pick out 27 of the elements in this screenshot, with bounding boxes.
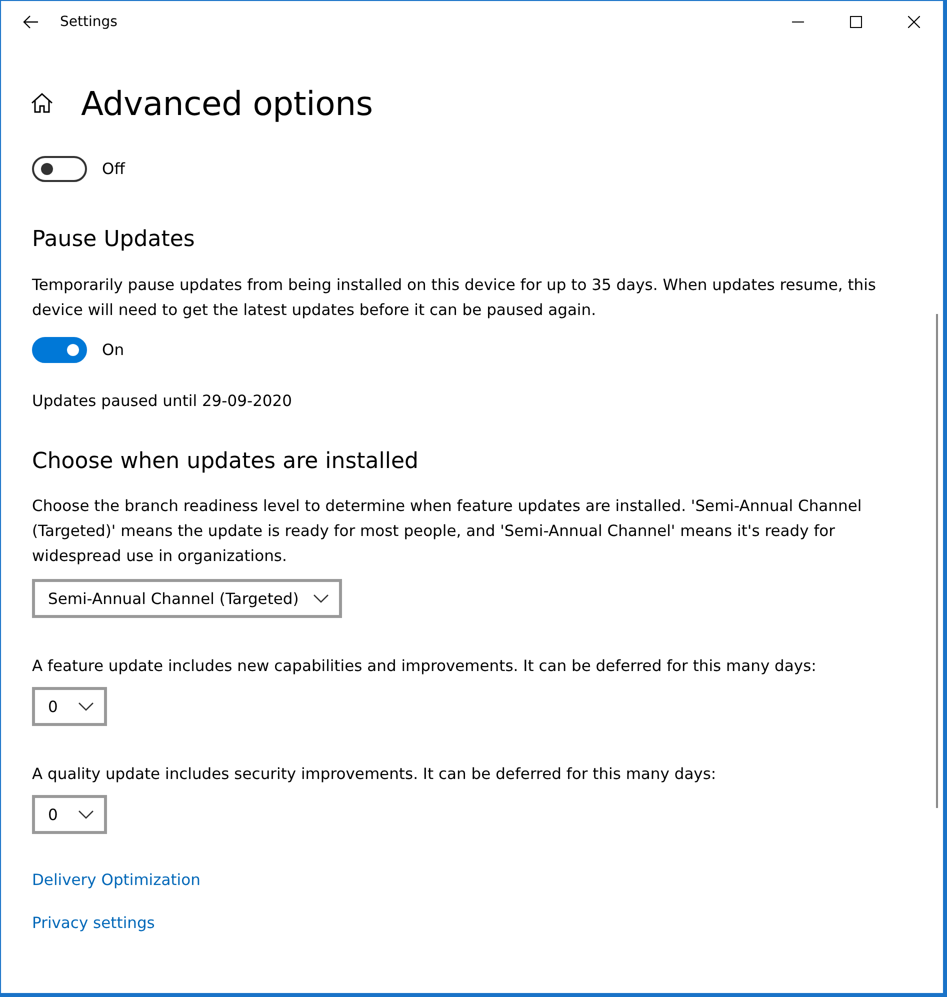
link[interactable]: Delivery Optimization <box>32 871 200 889</box>
maximize-icon <box>850 16 862 28</box>
dropdown[interactable]: 0 <box>32 687 107 726</box>
toggle-label: Off <box>102 158 125 180</box>
section-heading: Choose when updates are installed <box>32 449 420 474</box>
field-label: A feature update includes new capabilities and improvements. It can be deferred for this many days: <box>32 656 818 677</box>
field-label: A quality update includes security improvements. It can be deferred for this many days: <box>32 764 718 785</box>
close-icon <box>908 16 920 28</box>
minimize-icon <box>792 21 804 23</box>
toggle-switch[interactable] <box>32 337 87 363</box>
toggle-label: On <box>102 340 124 360</box>
dropdown[interactable]: Semi-Annual Channel (Targeted) <box>32 579 342 618</box>
caret-icon <box>78 702 94 711</box>
scrollbar[interactable] <box>936 314 938 808</box>
status-text: Updates paused until 29-09-2020 <box>32 391 294 412</box>
section-heading: Pause Updates <box>32 227 196 252</box>
page-title: Advanced options <box>81 84 373 122</box>
toggle-switch[interactable] <box>32 156 87 182</box>
back-arrow-icon <box>23 15 39 29</box>
link[interactable]: Privacy settings <box>32 914 155 932</box>
caret-icon <box>312 594 329 603</box>
description-text: Temporarily pause updates from being installed on this device for up to 35 days. When updates resume, this device will need to get the latest updates before it can be paused again. <box>32 275 878 321</box>
dropdown[interactable]: 0 <box>32 795 107 834</box>
window-title: Settings <box>60 14 118 30</box>
home-icon[interactable] <box>31 93 53 113</box>
caret-icon <box>78 810 94 819</box>
description-text: Choose the branch readiness level to determine when feature updates are installed. 'Semi-Annual Channel (Targeted)' means the update is ready for most people, and 'Semi-Annual Channel' means it's ready for widespread use in organizations. <box>32 496 863 567</box>
